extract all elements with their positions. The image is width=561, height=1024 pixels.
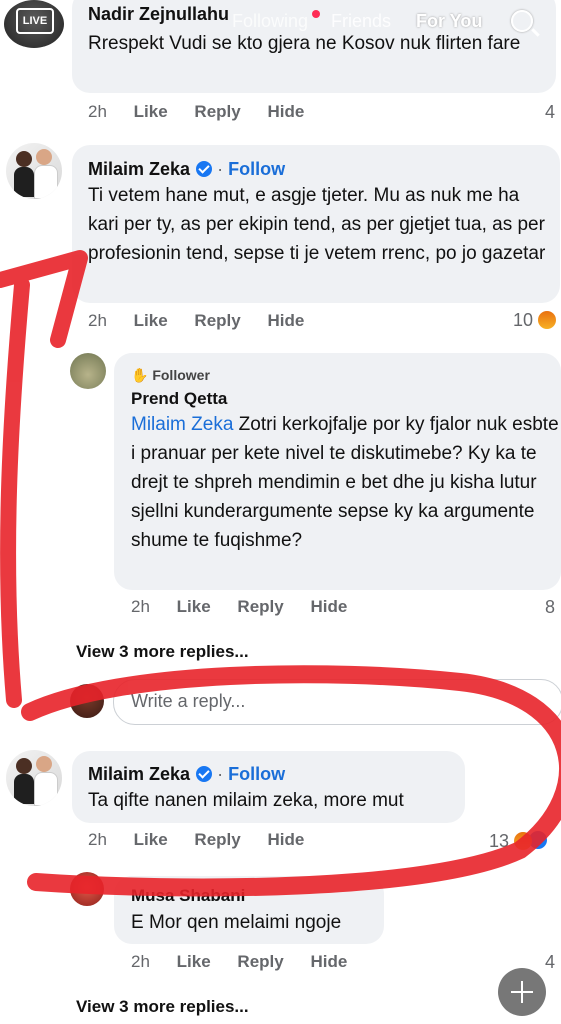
- red-arrow-shaft: [0, 277, 30, 708]
- collapse-button[interactable]: [498, 968, 546, 1016]
- collapse-icon: [511, 981, 533, 1003]
- red-ellipse-stroke: [21, 665, 561, 897]
- red-marker-annotation: [0, 250, 561, 897]
